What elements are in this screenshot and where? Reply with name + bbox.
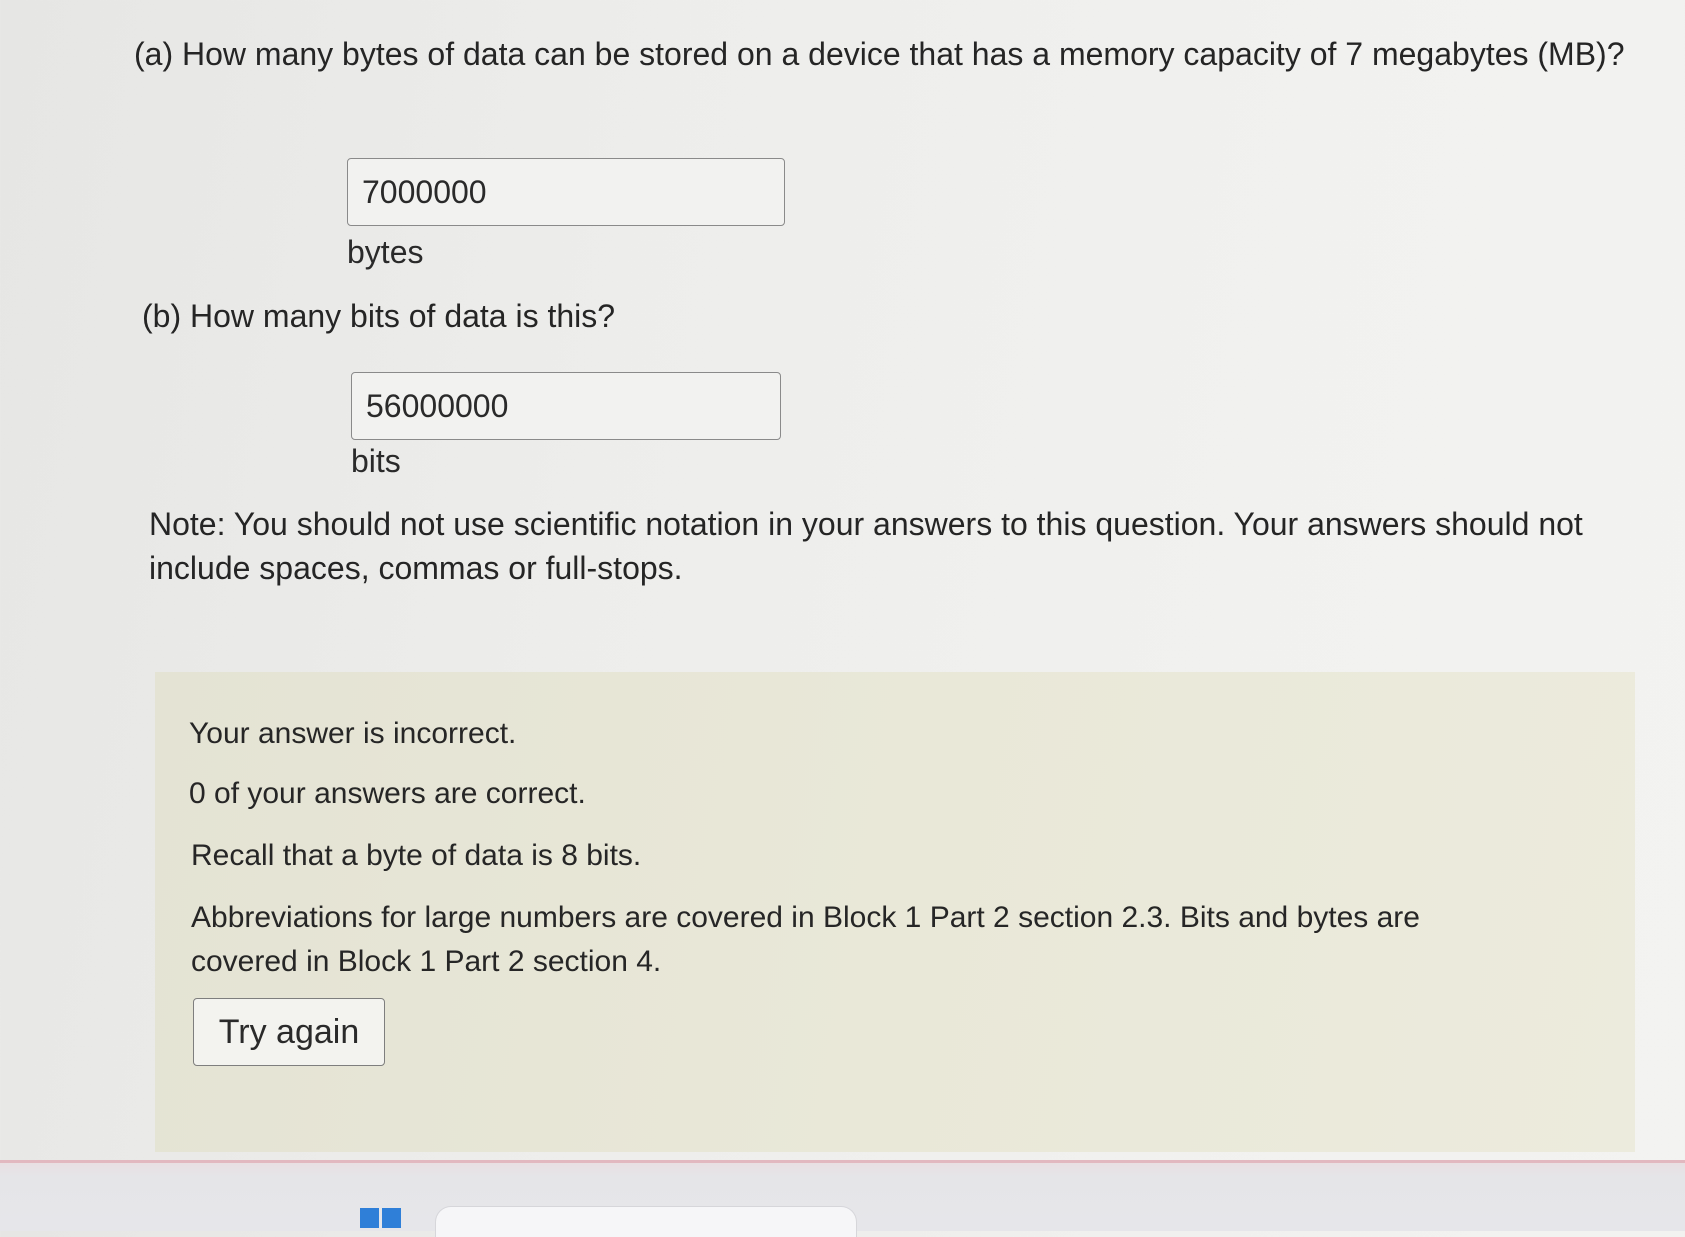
- question-a-text: (a) How many bytes of data can be stored…: [134, 36, 1625, 72]
- question-b-text: (b) How many bits of data is this?: [142, 298, 616, 334]
- bytes-unit-label: bytes: [347, 234, 424, 270]
- bits-answer-field[interactable]: 56000000: [351, 372, 781, 440]
- feedback-hint: Recall that a byte of data is 8 bits.: [191, 839, 642, 872]
- feedback-score: 0 of your answers are correct.: [189, 777, 586, 810]
- windows-start-icon[interactable]: [360, 1208, 402, 1228]
- bytes-answer-field[interactable]: 7000000: [347, 158, 785, 226]
- feedback-status: Your answer is incorrect.: [189, 717, 517, 750]
- taskbar-search-box[interactable]: [435, 1206, 857, 1237]
- note-text: Note: You should not use scientific nota…: [149, 506, 1583, 586]
- feedback-reference: Abbreviations for large numbers are cove…: [191, 901, 1420, 978]
- quiz-page: (a) How many bytes of data can be stored…: [0, 0, 1685, 1160]
- bits-unit-label: bits: [351, 443, 401, 479]
- try-again-button[interactable]: Try again: [193, 998, 385, 1066]
